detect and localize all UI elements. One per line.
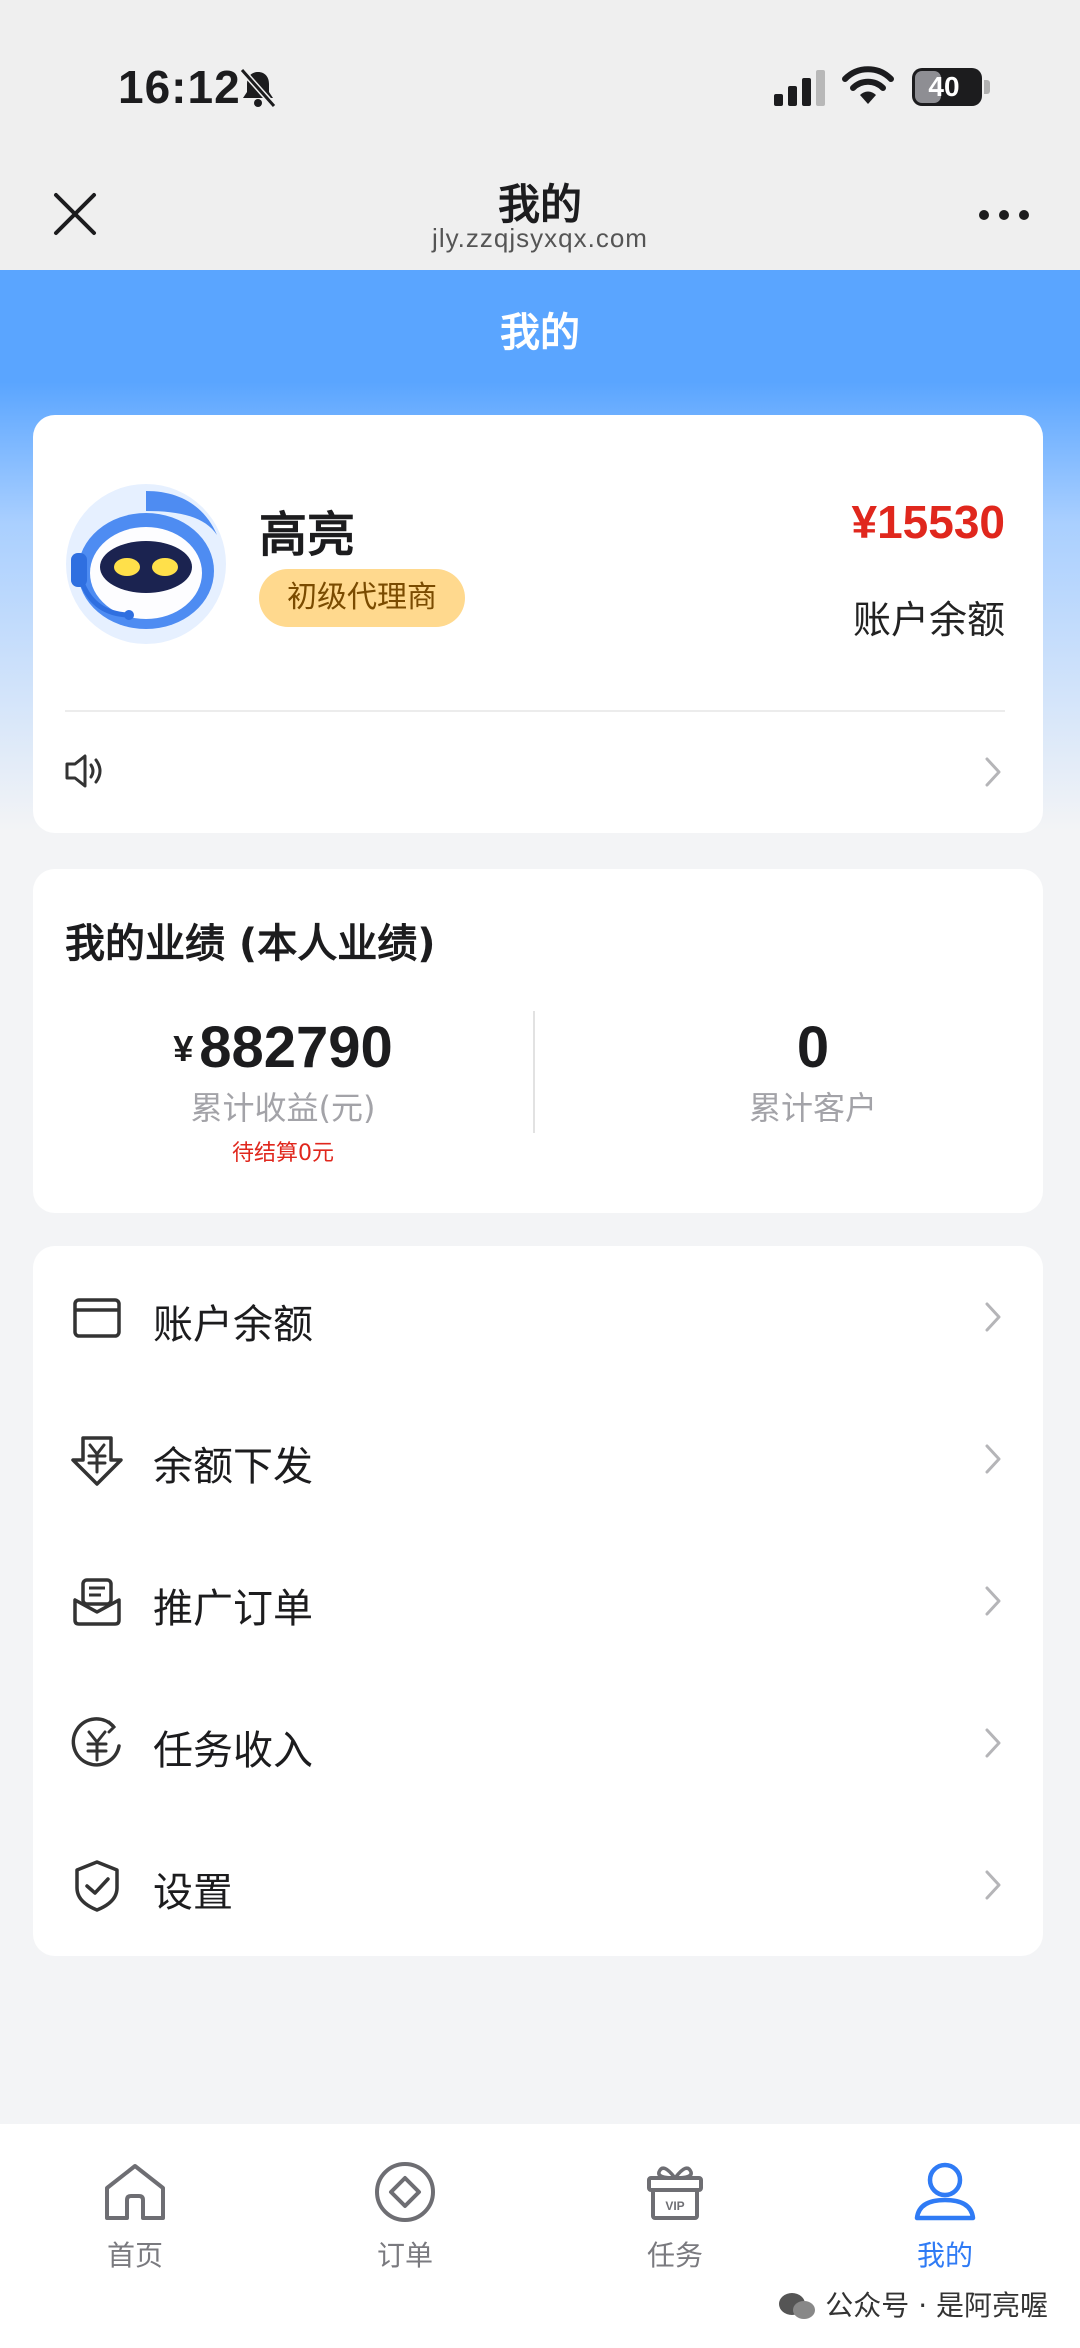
browser-nav-bar: 我的 jly.zzqjsyxqx.com <box>0 165 1080 270</box>
wifi-icon <box>842 66 894 104</box>
menu-label: 任务收入 <box>153 1728 313 1774</box>
balance-value: ¥15530 <box>851 496 1006 548</box>
wechat-icon <box>779 2293 816 2319</box>
customers-stat[interactable]: 0 累计客户 <box>623 1019 1003 1129</box>
bell-muted-icon <box>239 68 277 108</box>
card-divider <box>65 710 1005 712</box>
vip-gift-icon: VIP <box>647 2166 703 2220</box>
menu-label: 余额下发 <box>153 1444 313 1490</box>
yuan-download-icon <box>71 1436 123 1486</box>
chevron-right-icon <box>985 1870 1001 1900</box>
battery-level: 40 <box>928 71 960 102</box>
order-icon <box>375 2162 435 2222</box>
avatar[interactable] <box>65 483 227 645</box>
nav-url: jly.zzqjsyxqx.com <box>432 223 648 253</box>
performance-title: 我的业绩 (本人业绩) <box>65 921 436 967</box>
svg-text:VIP: VIP <box>665 2199 684 2213</box>
user-icon <box>914 2162 976 2221</box>
customers-label: 累计客户 <box>748 1089 877 1127</box>
tab-label: 任务 <box>646 2239 703 2272</box>
menu-item-account-balance[interactable]: 账户余额 <box>33 1246 1043 1388</box>
tab-label: 我的 <box>916 2239 973 2272</box>
tab-tasks[interactable]: VIP 任务 <box>575 2142 775 2282</box>
menu-card: 账户余额 余额下发 推广订单 任务收入 设置 <box>33 1246 1043 1956</box>
tab-label: 订单 <box>376 2239 433 2272</box>
menu-item-promo-orders[interactable]: 推广订单 <box>33 1530 1043 1672</box>
battery-icon: 40 <box>912 68 982 106</box>
status-time: 16:12 <box>118 61 241 113</box>
earnings-value: ¥882790 <box>93 1019 473 1077</box>
chevron-right-icon <box>985 1728 1001 1758</box>
menu-item-balance-payout[interactable]: 余额下发 <box>33 1388 1043 1530</box>
stat-divider <box>533 1011 535 1133</box>
watermark: 公众号 · 是阿亮喔 <box>777 2284 1048 2324</box>
cellular-signal-icon <box>774 70 825 106</box>
yuan-circle-icon <box>71 1717 121 1767</box>
earnings-stat[interactable]: ¥882790 累计收益(元) 待结算0元 <box>93 1019 473 1167</box>
order-inbox-icon <box>73 1578 121 1626</box>
earnings-amount: 882790 <box>199 1015 393 1080</box>
pending-settlement: 待结算0元 <box>232 1141 334 1166</box>
notice-chevron-icon[interactable] <box>983 755 1003 789</box>
tab-orders[interactable]: 订单 <box>305 2142 505 2282</box>
watermark-text: 公众号 · 是阿亮喔 <box>825 2289 1048 2322</box>
wallet-icon <box>73 1298 121 1338</box>
menu-label: 账户余额 <box>153 1302 313 1348</box>
user-name: 高亮 <box>259 507 356 563</box>
chevron-right-icon <box>985 1586 1001 1616</box>
shield-check-icon <box>75 1860 119 1912</box>
chevron-right-icon <box>985 1444 1001 1474</box>
menu-label: 推广订单 <box>153 1586 313 1632</box>
performance-card: 我的业绩 (本人业绩) ¥882790 累计收益(元) 待结算0元 0 累计客户 <box>33 869 1043 1213</box>
tab-mine[interactable]: 我的 <box>845 2142 1045 2282</box>
tab-label: 首页 <box>106 2239 163 2272</box>
menu-item-task-income[interactable]: 任务收入 <box>33 1672 1043 1814</box>
chevron-right-icon <box>985 1302 1001 1332</box>
customers-value: 0 <box>796 1015 830 1080</box>
speaker-icon <box>65 754 102 788</box>
profile-card: 高亮 初级代理商 ¥15530 账户余额 <box>33 415 1043 833</box>
currency-symbol: ¥ <box>173 1028 194 1069</box>
menu-label: 设置 <box>153 1870 233 1916</box>
home-icon <box>105 2164 165 2220</box>
earnings-label: 累计收益(元) <box>190 1089 376 1127</box>
menu-item-settings[interactable]: 设置 <box>33 1814 1043 1956</box>
page-heading: 我的 <box>500 310 580 356</box>
balance-label: 账户余额 <box>852 598 1005 642</box>
status-bar: 16:12 40 <box>0 0 1080 165</box>
more-icon[interactable] <box>976 205 1032 225</box>
tab-home[interactable]: 首页 <box>35 2142 235 2282</box>
level-badge: 初级代理商 <box>259 569 465 627</box>
